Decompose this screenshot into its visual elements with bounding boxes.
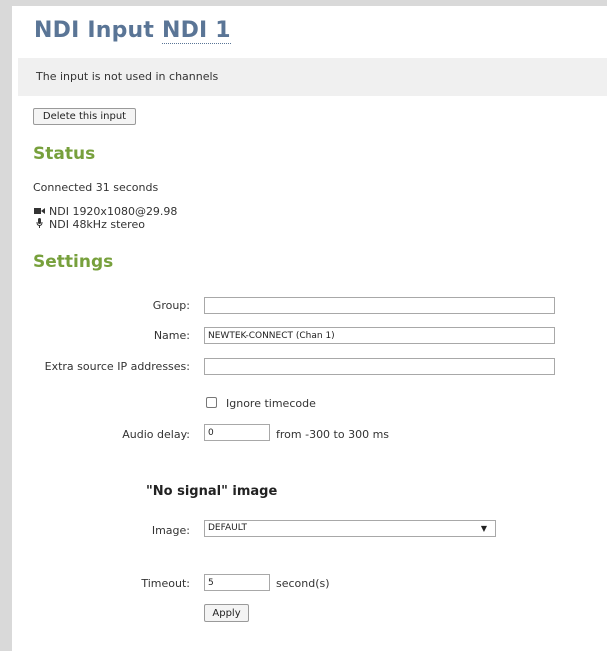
timeout-unit: second(s) (276, 577, 330, 590)
usage-notice: The input is not used in channels (18, 58, 607, 96)
apply-button[interactable]: Apply (204, 604, 249, 622)
audio-delay-label: Audio delay: (122, 428, 190, 441)
audio-delay-range: from -300 to 300 ms (276, 428, 390, 441)
video-camera-icon (33, 205, 45, 218)
dropdown-arrow-icon: ▼ (480, 524, 487, 533)
status-heading: Status (33, 144, 96, 164)
ignore-timecode-label: Ignore timecode (226, 397, 316, 410)
extra-ip-label: Extra source IP addresses: (44, 360, 190, 373)
ignore-timecode-checkbox[interactable] (206, 397, 217, 408)
image-select-value: DEFAULT (208, 523, 247, 533)
page-title-prefix: NDI Input (34, 18, 162, 43)
page-frame (0, 0, 607, 651)
extra-ip-input[interactable] (204, 358, 555, 375)
timeout-input[interactable] (204, 574, 270, 591)
settings-heading: Settings (33, 252, 114, 272)
name-input[interactable] (204, 327, 555, 344)
microphone-icon (33, 218, 45, 231)
group-label: Group: (152, 299, 190, 312)
name-label: Name: (153, 329, 190, 342)
timeout-label: Timeout: (141, 577, 190, 590)
delete-input-button[interactable]: Delete this input (33, 108, 136, 125)
image-label: Image: (151, 524, 190, 537)
audio-format-row: NDI 48kHz stereo (33, 218, 145, 231)
video-format-row: NDI 1920x1080@29.98 (33, 205, 177, 218)
group-input[interactable] (204, 297, 555, 314)
image-select[interactable]: DEFAULT ▼ (204, 520, 496, 537)
audio-format: NDI 48kHz stereo (49, 218, 145, 231)
no-signal-heading: "No signal" image (146, 484, 278, 499)
connection-status: Connected 31 seconds (33, 181, 159, 194)
page-title: NDI Input NDI 1 (34, 18, 231, 44)
video-format: NDI 1920x1080@29.98 (49, 205, 178, 218)
audio-delay-input[interactable] (204, 424, 270, 441)
page-title-source: NDI 1 (161, 18, 231, 44)
